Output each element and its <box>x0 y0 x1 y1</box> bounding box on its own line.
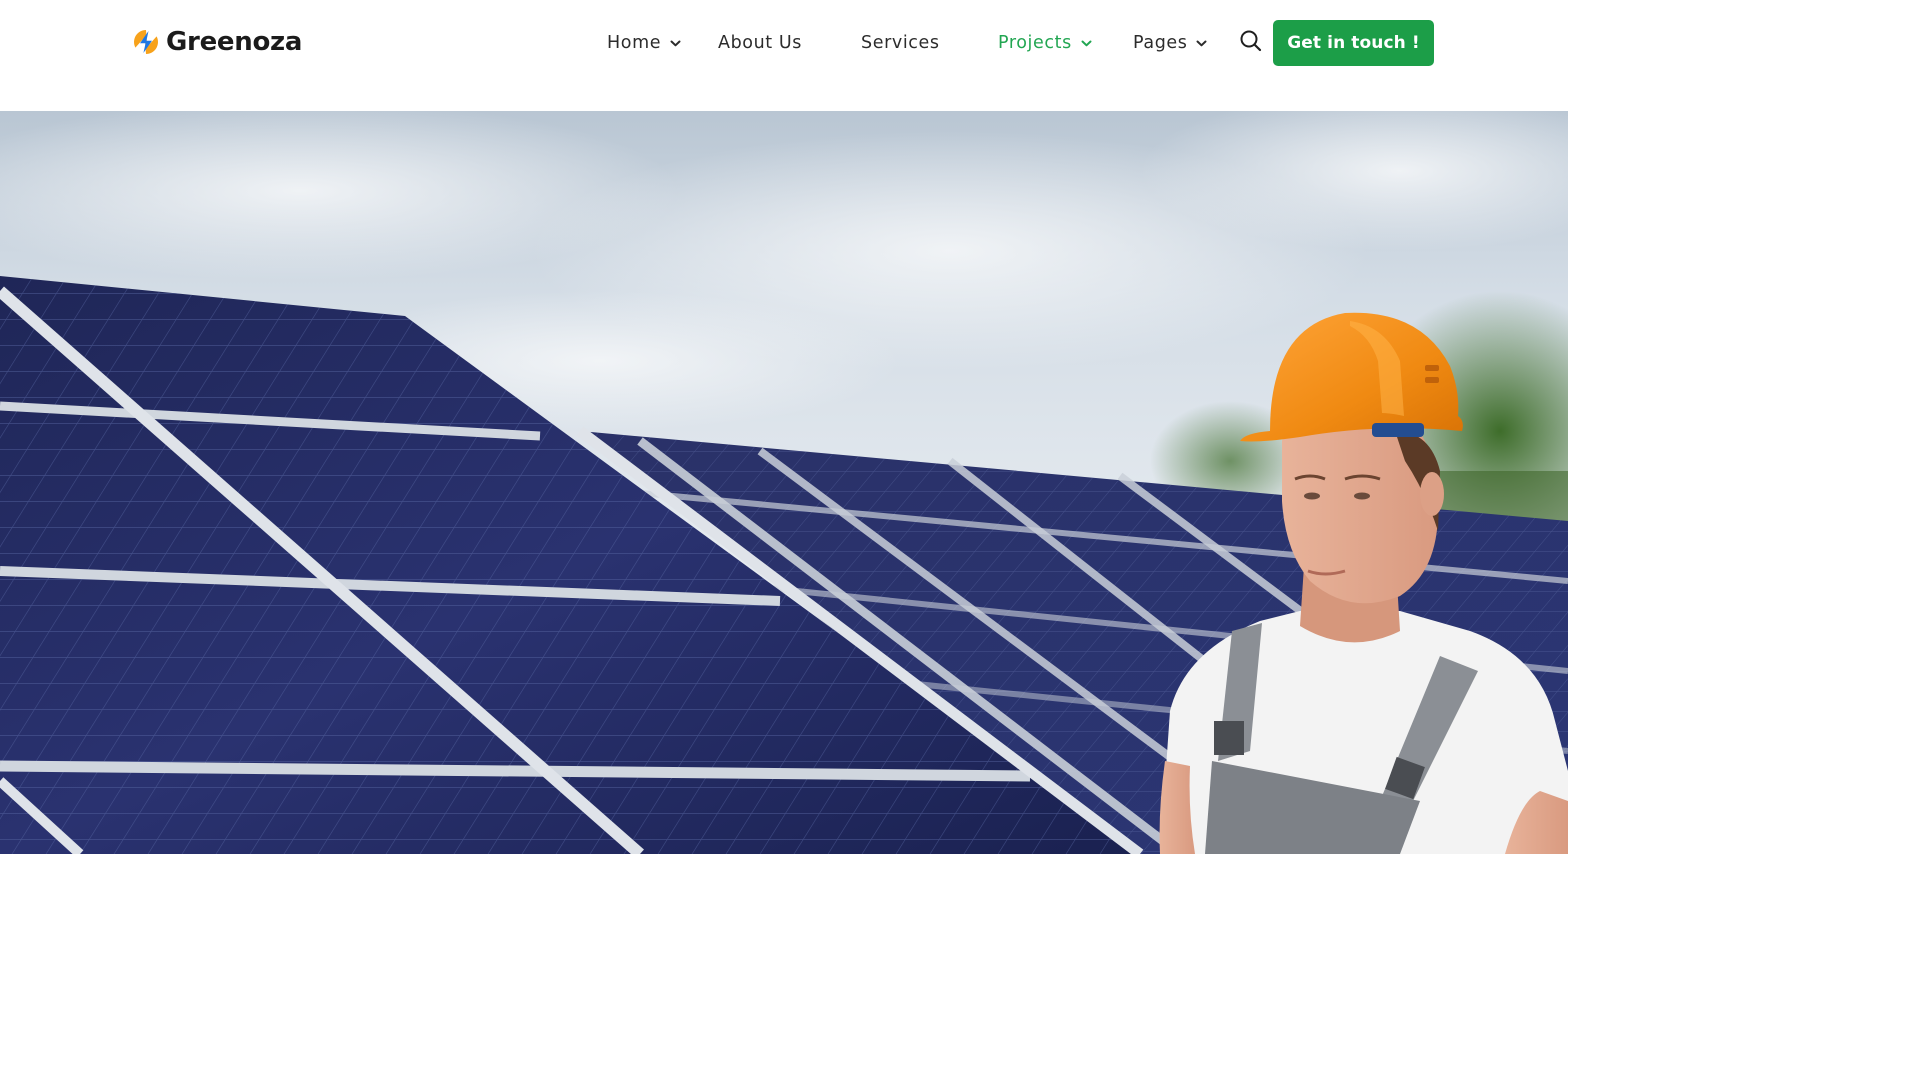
nav-item-projects[interactable]: Projects <box>998 29 1092 57</box>
nav-item-label: Pages <box>1133 33 1188 53</box>
brand-name: Greenoza <box>166 27 303 57</box>
nav-item-services[interactable]: Services <box>861 29 940 57</box>
nav-item-home[interactable]: Home <box>607 29 681 57</box>
nav-item-label: Home <box>607 33 662 53</box>
nav-item-label: Services <box>861 33 940 53</box>
logo-icon <box>134 30 158 54</box>
nav-item-pages[interactable]: Pages <box>1133 29 1207 57</box>
site-header: Greenoza Home About Us Services Projects… <box>0 0 1568 111</box>
chevron-down-icon <box>1081 40 1092 46</box>
solar-panels-worker-photo <box>0 111 1568 854</box>
page: Greenoza Home About Us Services Projects… <box>0 0 1568 882</box>
nav-item-about-us[interactable]: About Us <box>718 29 802 57</box>
search-icon[interactable] <box>1238 28 1264 54</box>
hero-image <box>0 111 1568 854</box>
brand-logo[interactable]: Greenoza <box>133 24 302 60</box>
chevron-down-icon <box>1196 40 1207 46</box>
nav-item-label: About Us <box>718 33 803 53</box>
chevron-down-icon <box>670 40 681 46</box>
nav-item-label: Projects <box>998 33 1072 53</box>
get-in-touch-button[interactable]: Get in touch ! <box>1273 20 1434 66</box>
